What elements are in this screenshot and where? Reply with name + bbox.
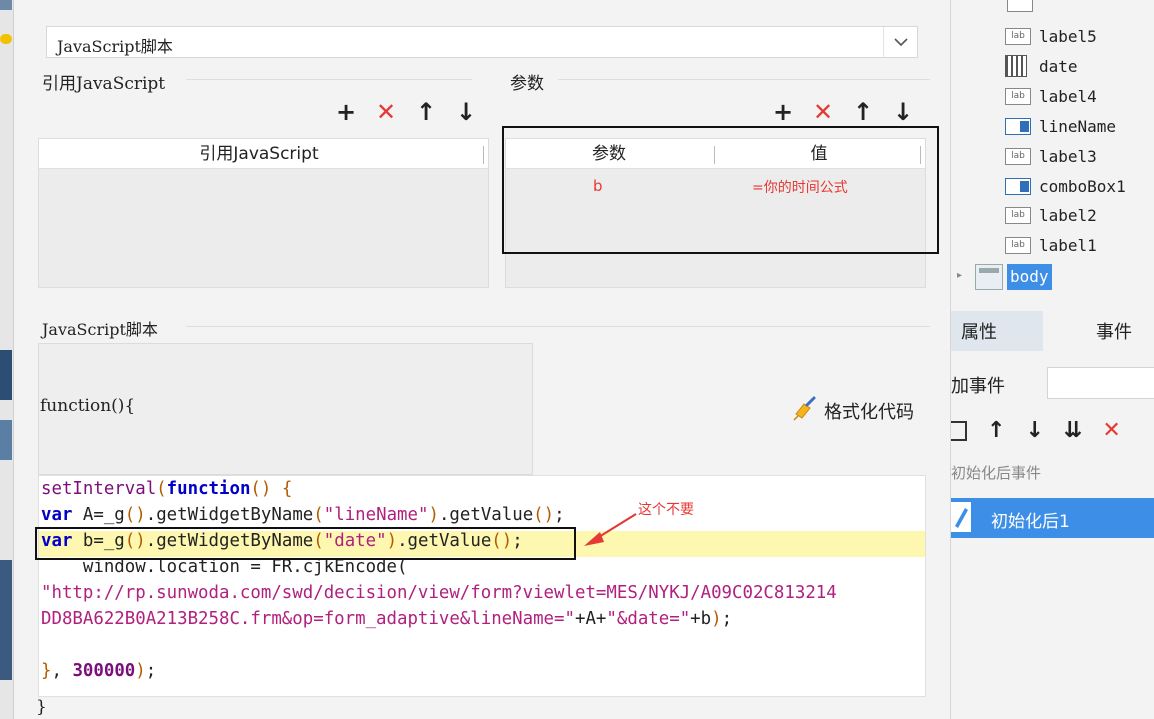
- tree-item-linename[interactable]: lineName: [1005, 114, 1116, 138]
- ref-add-button[interactable]: +: [330, 98, 362, 126]
- tree-item-label1[interactable]: lab label1: [1005, 233, 1097, 257]
- script-type-select[interactable]: JavaScript脚本: [46, 26, 918, 58]
- move-bottom-icon[interactable]: ⇊: [1064, 418, 1082, 443]
- tab-events[interactable]: 事件: [1043, 311, 1154, 351]
- ref-divider: [186, 79, 472, 80]
- ref-js-title: 引用JavaScript: [42, 74, 166, 94]
- tree-item-date[interactable]: date: [1005, 54, 1078, 78]
- combo-icon: [1005, 117, 1031, 135]
- tree-item-combobox1[interactable]: comboBox1: [1005, 174, 1126, 198]
- label-icon: lab: [1005, 236, 1031, 254]
- date-icon: [1005, 55, 1027, 77]
- params-add-button[interactable]: +: [767, 98, 799, 126]
- tree-item-label4[interactable]: lab label4: [1005, 84, 1097, 108]
- annotation-box-code: [35, 527, 576, 560]
- event-group-label: 初始化后事件: [951, 464, 1042, 482]
- property-tabs: 属性 事件: [951, 311, 1154, 351]
- event-item-after-init[interactable]: 初始化后1: [951, 498, 1154, 538]
- param-row-name[interactable]: b: [593, 177, 603, 195]
- params-move-down-button[interactable]: ↓: [887, 98, 919, 126]
- format-code-label: 格式化代码: [824, 402, 914, 423]
- annotation-note: 这个不要: [638, 502, 694, 518]
- tree-item-label2[interactable]: lab label2: [1005, 203, 1097, 227]
- event-type-select[interactable]: [1047, 367, 1154, 399]
- move-down-icon[interactable]: ↓: [1025, 418, 1043, 443]
- delete-event-icon[interactable]: ✕: [1102, 418, 1120, 443]
- tree-item-label5[interactable]: lab label5: [1005, 24, 1097, 48]
- tree-partial-icon: [1007, 0, 1033, 12]
- code-line-8: }, 300000);: [41, 661, 157, 681]
- label-icon: lab: [1005, 147, 1031, 165]
- script-type-value: JavaScript脚本: [57, 37, 173, 56]
- ref-toolbar: + ✕ ↑ ↓: [330, 98, 482, 126]
- event-toolbar: ↑ ↓ ⇊ ✕: [951, 418, 1121, 443]
- broom-icon: [792, 396, 818, 426]
- params-delete-button[interactable]: ✕: [807, 98, 839, 126]
- tree-item-label3[interactable]: lab label3: [1005, 144, 1097, 168]
- ref-move-down-button[interactable]: ↓: [450, 98, 482, 126]
- left-edge-strip: [0, 0, 14, 719]
- script-title: JavaScript脚本: [42, 320, 158, 339]
- label-icon: lab: [1005, 87, 1031, 105]
- params-move-up-button[interactable]: ↑: [847, 98, 879, 126]
- expand-arrow-icon[interactable]: ▸: [957, 270, 962, 281]
- tree-item-body[interactable]: body: [1007, 264, 1052, 290]
- param-row-value[interactable]: =你的时间公式: [752, 177, 848, 197]
- code-line-6: DD8BA622B0A213B258C.frm&op=form_adaptive…: [41, 609, 733, 629]
- copy-icon[interactable]: [951, 420, 967, 441]
- add-event-label: 加事件: [951, 376, 1005, 397]
- label-icon: lab: [1005, 206, 1031, 224]
- params-title: 参数: [510, 74, 544, 94]
- params-divider: [558, 79, 930, 80]
- code-line-5: "http://rp.sunwoda.com/swd/decision/view…: [41, 583, 837, 603]
- ref-delete-button[interactable]: ✕: [370, 98, 402, 126]
- params-toolbar: + ✕ ↑ ↓: [767, 98, 919, 126]
- ref-table-header: 引用JavaScript: [39, 139, 488, 169]
- label-icon: lab: [1005, 27, 1031, 45]
- chevron-down-icon[interactable]: [883, 27, 917, 57]
- ref-move-up-button[interactable]: ↑: [410, 98, 442, 126]
- right-panel: lab label5 date lab label4 lineName lab lab…: [950, 0, 1154, 719]
- tab-properties[interactable]: 属性: [951, 311, 1043, 351]
- ref-js-table: 引用JavaScript: [38, 138, 489, 288]
- code-line-2: var A=_g().getWidgetByName("lineName").g…: [41, 505, 565, 525]
- ref-column-header[interactable]: 引用JavaScript: [39, 139, 479, 169]
- body-icon: [975, 264, 1003, 290]
- annotation-box-params: [502, 126, 939, 254]
- move-up-icon[interactable]: ↑: [987, 418, 1005, 443]
- script-divider: [186, 326, 930, 327]
- format-code-button[interactable]: 格式化代码: [792, 396, 914, 426]
- closing-brace: }: [36, 697, 47, 717]
- function-header: function(){: [40, 396, 136, 416]
- edit-icon: [951, 502, 971, 532]
- annotation-arrow-icon: [584, 513, 637, 546]
- combo-icon: [1005, 177, 1031, 195]
- code-editor[interactable]: setInterval(function() { var A=_g().getW…: [38, 475, 926, 697]
- code-line-1: setInterval(function() {: [41, 479, 293, 499]
